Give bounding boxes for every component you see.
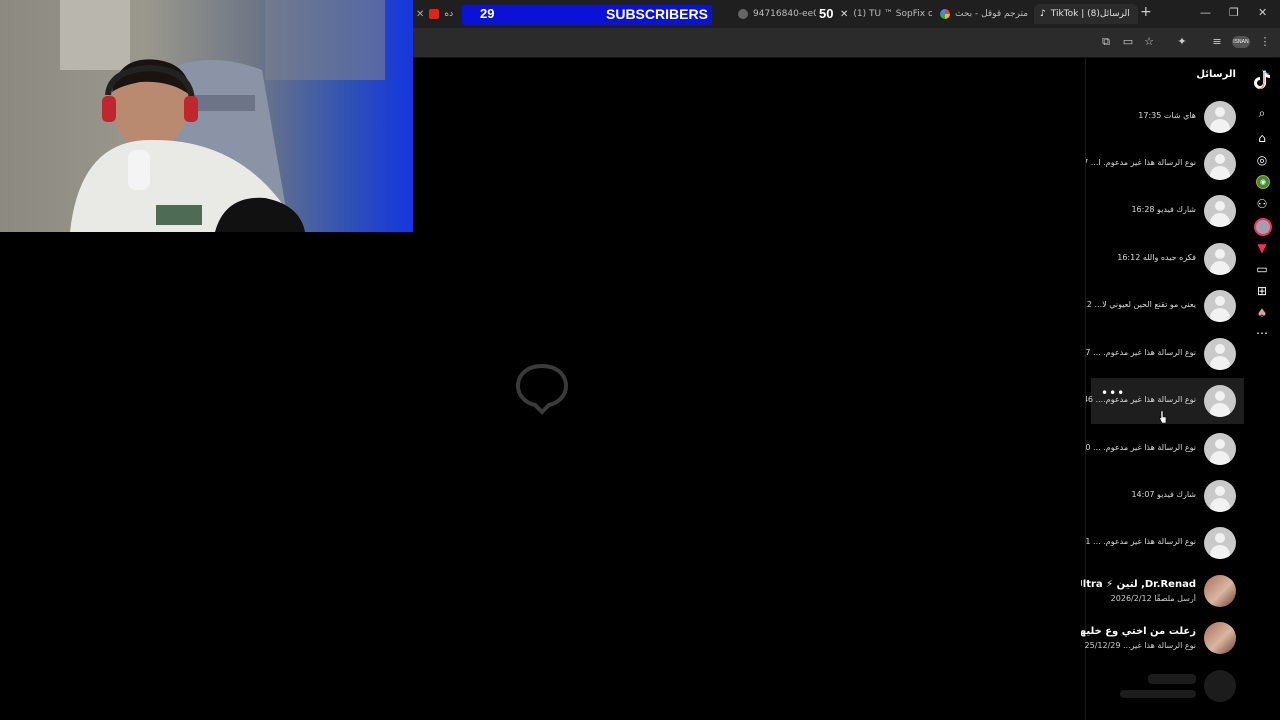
new-tab-button[interactable]: + [1140,4,1152,20]
loading-skeleton-text [1120,690,1196,698]
conversation-item[interactable]: نوع الرسالة هذا غير مدعوم. ... 47 [1086,331,1244,377]
message-preview: نوع الرسالة هذا غير مدعوم. ... 01 [1086,537,1196,546]
profile-icon[interactable] [1254,218,1272,236]
bookmark-star-icon[interactable]: ☆ [1143,36,1155,48]
google-icon [940,9,950,19]
extensions-icon[interactable]: ✦ [1176,36,1188,48]
cast-icon[interactable]: ▭ [1122,36,1134,48]
subscriber-count: 29 [480,6,495,21]
mouse-cursor-icon [1159,411,1167,423]
avatar [1204,195,1236,227]
avatar [1204,480,1236,512]
more-options-button[interactable]: ••• [1101,386,1125,400]
conversation-item[interactable]: نوع الرسالة هذا غير مدعوم. ا... 17 [1086,141,1244,187]
avatar [1204,622,1236,654]
conversation-item[interactable]: فكره جيده والله 16:12 [1091,236,1244,282]
explore-icon[interactable]: ◎ [1255,153,1269,167]
browser-tab-2[interactable]: 94716840-ee02-4c5 [738,5,816,23]
avatar [1204,433,1236,465]
tab-label: TikTok | الرسائل(8) [1050,9,1130,19]
message-preview: شارك فيديو 14:07 [1131,490,1196,499]
translate-icon[interactable]: ⧉ [1100,36,1112,48]
conversation-item[interactable]: نوع الرسالة هذا غير مدعوم. ... 01 [1086,520,1244,566]
message-preview: نوع الرسالة هذا غير... 25/12/29 [1084,641,1196,650]
conversation-item[interactable]: Dr.Renad, لتين ⚡ Ultra أرسل ملصقًا 2026/2… [1081,568,1244,614]
browser-tab-tiktok-active[interactable]: ♪ TikTok | الرسائل(8) ✕ [1034,4,1138,24]
more-icon[interactable]: ⋯ [1255,326,1269,340]
conversation-name: Dr.Renad, لتين ⚡ Ultra [1081,579,1196,590]
globe-icon [738,9,748,19]
live-icon[interactable]: ◉ [1256,175,1270,189]
tab-label: مترجم قوقل - بحث [955,9,1028,19]
loading-skeleton-name [1148,674,1196,684]
message-preview: فكره جيده والله 16:12 [1117,253,1196,262]
loading-spinner-icon [515,363,569,415]
webcam-overlay [0,0,413,232]
tiktok-favicon-icon: ♪ [1040,9,1046,19]
conversation-item[interactable]: هاي شات 17:35 [1091,94,1244,140]
message-preview: نوع الرسالة هذا غير مدعوم. ... 50 [1086,443,1196,452]
profile-button[interactable]: ISNAN [1232,36,1250,48]
media-controls-icon[interactable]: ≡ [1211,36,1223,48]
x-logo-icon: ✕ [840,8,849,20]
message-preview: يعني مو تقنع الحين لعيوني لا... 12 [1086,300,1196,309]
loading-skeleton-avatar [1204,670,1236,702]
minimize-button[interactable]: — [1200,6,1211,19]
conversation-item[interactable]: نوع الرسالة هذا غير مدعوم. ... 50 [1086,426,1244,472]
home-icon[interactable]: ⌂ [1255,131,1269,145]
tab-label: (1) TU ™ SopFix on [853,9,932,19]
browser-tab-4[interactable]: مترجم قوقل - بحث ✕ [940,5,1028,23]
conversation-item[interactable]: نوع الرسالة هذا غير مدعوم.... 46••• [1086,378,1244,424]
close-window-button[interactable]: ✕ [1258,6,1267,19]
search-icon[interactable]: ⌕ [1255,106,1269,120]
tab-label: ده [444,9,454,19]
conversation-item[interactable]: يعني مو تقنع الحين لعيوني لا... 12 [1086,283,1244,329]
message-preview: نوع الرسالة هذا غير مدعوم. ... 47 [1086,348,1196,357]
avatar [1204,338,1236,370]
tiktok-logo-icon[interactable] [1253,70,1271,90]
subscriber-target: 50 [819,6,834,21]
activity-icon[interactable]: ▼ [1255,241,1269,255]
following-icon[interactable]: ⚇ [1255,197,1269,211]
conversation-item[interactable]: شارك فيديو 14:07 [1091,473,1244,519]
message-preview: أرسل ملصقًا 2026/2/12 [1110,594,1196,603]
conversation-item[interactable]: زعلت من اختي وع خليها تتفلع نوع الرسالة ه… [1081,615,1244,661]
webcam-feed-image [0,0,413,232]
message-preview: نوع الرسالة هذا غير مدعوم. ا... 17 [1086,158,1196,167]
messages-icon[interactable]: ▭ [1255,262,1269,276]
avatar [1204,385,1236,417]
tab-label: 94716840-ee02-4c5 [753,9,816,19]
upload-icon[interactable]: ⊞ [1255,284,1269,298]
conversation-item[interactable]: شارك فيديو 16:28 [1091,188,1244,234]
messages-panel: الرسائل هاي شات 17:35 نوع الرسالة هذا غير… [1081,58,1246,720]
subscriber-label: SUBSCRIBERS [606,6,708,22]
live-studio-icon[interactable]: ♠ [1255,306,1269,320]
conversation-name: زعلت من اختي وع خليها تتفلع [1081,626,1196,637]
browser-tab-youtube[interactable]: ✕ ده [416,5,456,23]
avatar [1204,527,1236,559]
avatar [1204,101,1236,133]
youtube-icon [429,9,440,19]
message-preview: هاي شات 17:35 [1138,111,1196,120]
message-preview: شارك فيديو 16:28 [1131,205,1196,214]
avatar [1204,243,1236,275]
avatar [1204,575,1236,607]
tiktok-icon-rail: ⌕ ⌂ ◎ ◉ ⚇ ▼ ▭ ⊞ ♠ ⋯ [1245,58,1280,720]
avatar [1204,290,1236,322]
restore-button[interactable]: ❐ [1229,6,1239,19]
messages-title: الرسائل [1196,69,1236,80]
avatar [1204,148,1236,180]
browser-menu-icon[interactable]: ⋮ [1259,36,1271,48]
close-icon[interactable]: ✕ [416,9,424,20]
browser-tab-3[interactable]: ✕ (1) TU ™ SopFix on ✕ [840,5,932,23]
